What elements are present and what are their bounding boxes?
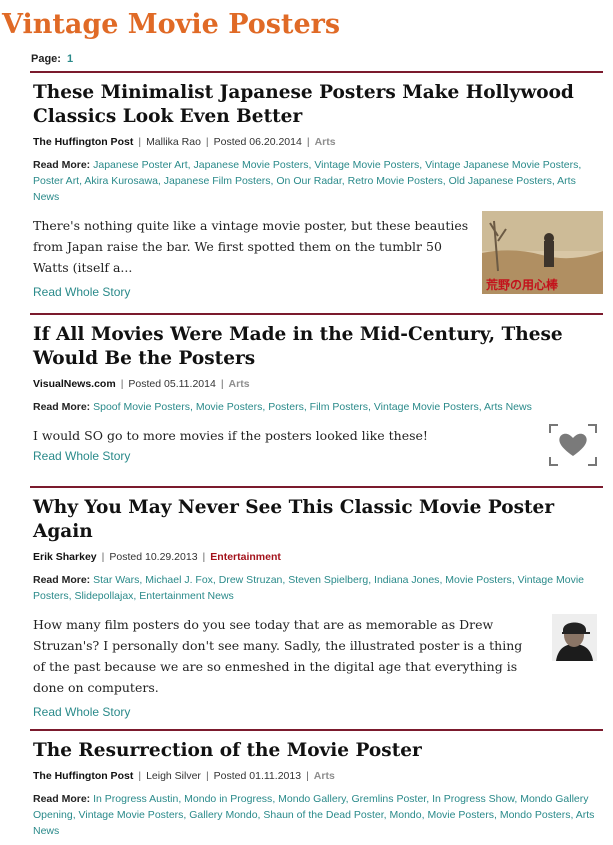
article-body: I would SO go to more movies if the post…: [30, 423, 603, 471]
tag-link[interactable]: Akira Kurosawa: [84, 175, 158, 187]
tag-link[interactable]: Movie Posters: [427, 809, 494, 821]
poster-thumbnail[interactable]: 荒野の用心棒: [482, 211, 603, 294]
tag-link[interactable]: Steven Spielberg: [288, 574, 368, 586]
article-date: Posted 06.20.2014: [213, 136, 302, 148]
article-category[interactable]: Arts: [229, 378, 250, 390]
tag-link[interactable]: Retro Movie Posters: [348, 175, 443, 187]
tag-link[interactable]: Mondo in Progress: [184, 793, 272, 805]
article-body: There's nothing quite like a vintage mov…: [30, 211, 603, 299]
article-excerpt: There's nothing quite like a vintage mov…: [33, 218, 469, 275]
tag-link[interactable]: In Progress Austin: [93, 793, 178, 805]
article-body: How many film posters do you see today t…: [30, 614, 603, 724]
tag-link[interactable]: Star Wars: [93, 574, 139, 586]
tag-link[interactable]: Vintage Movie Posters: [79, 809, 184, 821]
read-more-tags: Read More: Spoof Movie Posters, Movie Po…: [30, 399, 603, 415]
article-category[interactable]: Arts: [314, 770, 335, 782]
tag-link[interactable]: Vintage Japanese Movie Posters: [425, 159, 578, 171]
read-whole-story-link[interactable]: Read Whole Story: [33, 449, 130, 463]
article-3: Why You May Never See This Classic Movie…: [30, 486, 603, 724]
meta-separator: |: [220, 378, 224, 390]
tag-link[interactable]: Movie Posters: [196, 401, 263, 413]
article-2: If All Movies Were Made in the Mid-Centu…: [30, 313, 603, 471]
tag-link[interactable]: Gallery Mondo: [189, 809, 257, 821]
read-more-label: Read More:: [33, 401, 91, 413]
article-title[interactable]: The Resurrection of the Movie Poster: [30, 731, 603, 763]
meta-separator: |: [205, 136, 209, 148]
meta-separator: |: [120, 378, 124, 390]
tag-link[interactable]: Michael J. Fox: [145, 574, 213, 586]
meta-separator: |: [101, 551, 105, 563]
read-more-tags: Read More: In Progress Austin, Mondo in …: [30, 791, 603, 839]
tag-separator: ,: [578, 159, 582, 171]
article-source[interactable]: Erik Sharkey: [33, 551, 97, 563]
read-more-label: Read More:: [33, 793, 91, 805]
article-meta: Erik Sharkey | Posted 10.29.2013 | Entertain…: [30, 551, 603, 563]
tag-link[interactable]: Posters: [268, 401, 304, 413]
site-title: Vintage Movie Posters: [2, 9, 341, 40]
article-meta: The Huffington Post | Mallika Rao | Posted 0…: [30, 136, 603, 148]
article-date: Posted 05.11.2014: [128, 378, 216, 390]
article-author: Mallika Rao: [146, 136, 201, 148]
tag-link[interactable]: Japanese Poster Art: [93, 159, 188, 171]
tag-link[interactable]: Poster Art: [33, 175, 79, 187]
tag-link[interactable]: Indiana Jones: [374, 574, 439, 586]
article-excerpt: I would SO go to more movies if the post…: [33, 428, 428, 443]
article-source[interactable]: VisualNews.com: [33, 378, 116, 390]
article-meta: VisualNews.com | Posted 05.11.2014 | Arts: [30, 378, 603, 390]
tag-link[interactable]: Mondo: [390, 809, 422, 821]
read-more-label: Read More:: [33, 574, 91, 586]
meta-separator: |: [306, 770, 309, 782]
read-more-tags: Read More: Japanese Poster Art, Japanese…: [30, 157, 603, 205]
author-avatar[interactable]: [552, 614, 597, 661]
thumb-japanese-title: 荒野の用心棒: [485, 277, 559, 292]
page-number-1[interactable]: 1: [67, 53, 73, 65]
heart-placeholder-icon[interactable]: [548, 423, 598, 467]
tag-link[interactable]: Mondo Gallery: [278, 793, 346, 805]
article-date: Posted 01.11.2013: [213, 770, 302, 782]
article-title[interactable]: If All Movies Were Made in the Mid-Centu…: [30, 315, 603, 371]
tag-link[interactable]: Spoof Movie Posters: [93, 401, 190, 413]
article-source[interactable]: The Huffington Post: [33, 770, 133, 782]
read-more-label: Read More:: [33, 159, 91, 171]
page-label: Page:: [31, 53, 61, 65]
tag-link[interactable]: In Progress Show: [432, 793, 514, 805]
tag-link[interactable]: Mondo Posters: [500, 809, 571, 821]
tag-link[interactable]: Entertainment News: [139, 590, 234, 602]
read-whole-story-link[interactable]: Read Whole Story: [33, 705, 130, 719]
tag-link[interactable]: Shaun of the Dead Poster: [263, 809, 383, 821]
tag-link[interactable]: Slidepollajax: [74, 590, 133, 602]
article-category[interactable]: Arts: [315, 136, 336, 148]
meta-separator: |: [202, 551, 206, 563]
read-more-tags: Read More: Star Wars, Michael J. Fox, Dr…: [30, 572, 603, 604]
tag-link[interactable]: Old Japanese Posters: [449, 175, 552, 187]
article-4: The Resurrection of the Movie Poster The…: [30, 729, 603, 839]
article-1: These Minimalist Japanese Posters Make H…: [30, 71, 603, 299]
tag-link[interactable]: Japanese Film Posters: [164, 175, 271, 187]
read-whole-story-link[interactable]: Read Whole Story: [33, 285, 130, 299]
tag-link[interactable]: Vintage Movie Posters: [374, 401, 479, 413]
meta-separator: |: [205, 770, 209, 782]
tag-link[interactable]: On Our Radar: [276, 175, 341, 187]
tag-link[interactable]: Film Posters: [310, 401, 368, 413]
article-excerpt: How many film posters do you see today t…: [33, 617, 523, 695]
tag-link[interactable]: Drew Struzan: [219, 574, 283, 586]
article-source[interactable]: The Huffington Post: [33, 136, 133, 148]
tag-link[interactable]: Movie Posters: [445, 574, 512, 586]
meta-separator: |: [306, 136, 310, 148]
pagination: Page: 1: [31, 53, 73, 65]
article-title[interactable]: Why You May Never See This Classic Movie…: [30, 488, 603, 544]
tag-link[interactable]: Vintage Movie Posters: [314, 159, 419, 171]
meta-separator: |: [138, 770, 142, 782]
article-date: Posted 10.29.2013: [109, 551, 198, 563]
article-title[interactable]: These Minimalist Japanese Posters Make H…: [30, 73, 603, 129]
tag-link[interactable]: Gremlins Poster: [352, 793, 427, 805]
tag-link[interactable]: Arts News: [484, 401, 532, 413]
article-meta: The Huffington Post | Leigh Silver | Posted …: [30, 770, 603, 782]
tag-link[interactable]: Japanese Movie Posters: [194, 159, 309, 171]
meta-separator: |: [138, 136, 142, 148]
article-category[interactable]: Entertainment: [210, 551, 281, 563]
article-author: Leigh Silver: [146, 770, 201, 782]
